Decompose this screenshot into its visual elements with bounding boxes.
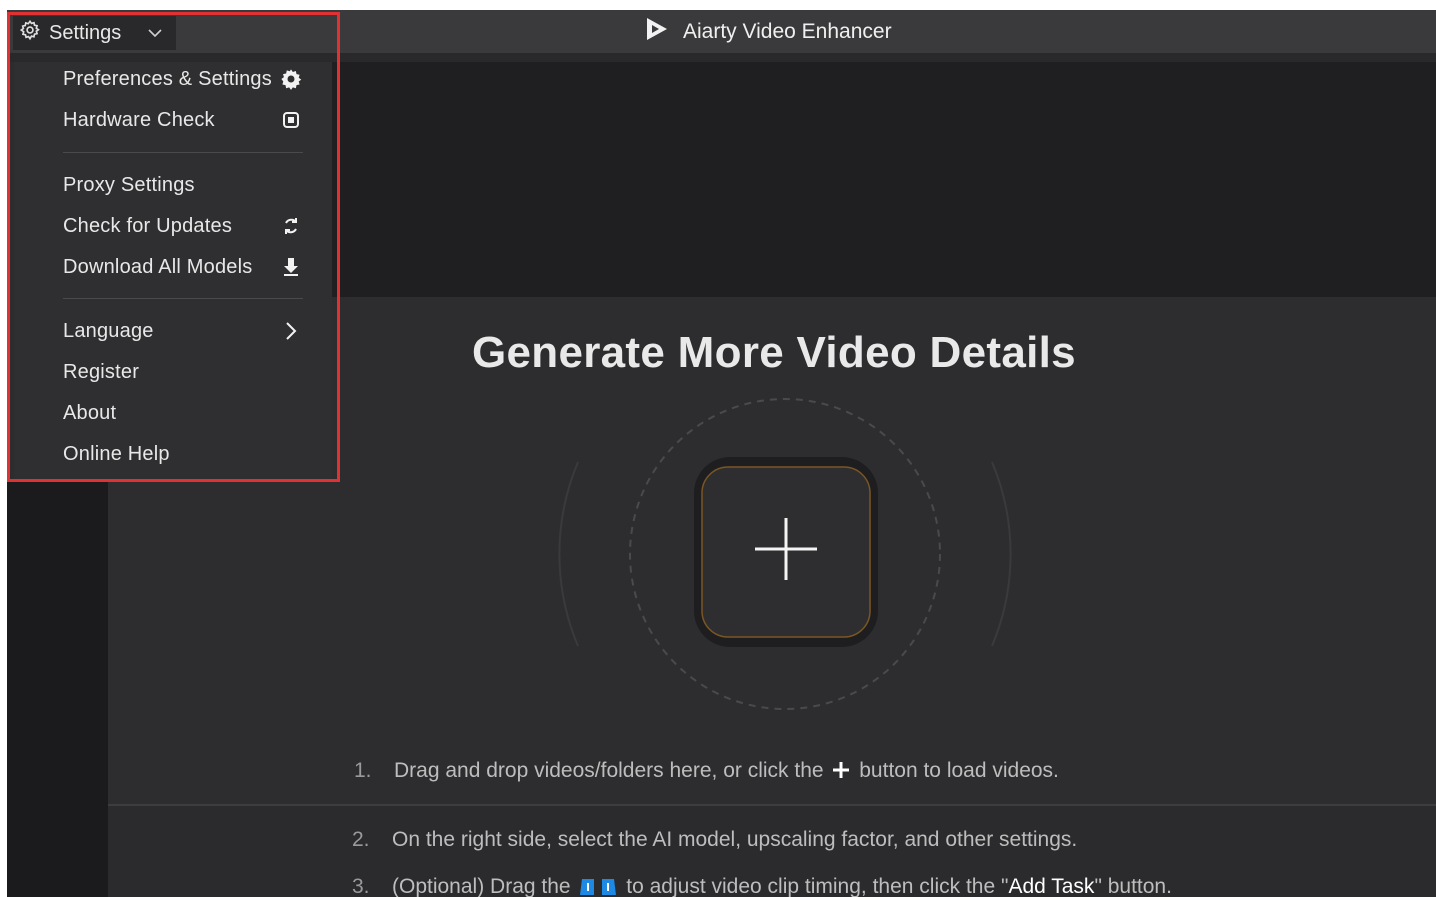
app-title: Aiarty Video Enhancer xyxy=(643,16,892,48)
menu-item-preferences[interactable]: Preferences & Settings xyxy=(63,62,303,96)
chevron-down-icon xyxy=(148,25,162,41)
add-video-button[interactable] xyxy=(692,455,880,649)
download-icon xyxy=(279,257,303,277)
title-bar: Settings Aiarty Video Enhancer xyxy=(7,10,1436,53)
menu-item-download-models[interactable]: Download All Models xyxy=(63,250,303,284)
instruction-step-1: 1. Drag and drop videos/folders here, or … xyxy=(354,759,1059,786)
plus-icon xyxy=(831,760,851,786)
instruction-step-3: 3. (Optional) Drag the to adjust video cl… xyxy=(352,875,1172,897)
menu-separator xyxy=(63,298,303,299)
page-headline: Generate More Video Details xyxy=(472,328,1076,377)
menu-item-check-updates[interactable]: Check for Updates xyxy=(63,209,303,243)
gear-icon xyxy=(279,68,303,90)
menu-item-hardware-check[interactable]: Hardware Check xyxy=(63,103,303,137)
menu-item-register[interactable]: Register xyxy=(63,355,303,389)
chip-icon xyxy=(279,110,303,130)
top-strip xyxy=(7,53,1436,62)
menu-item-language[interactable]: Language xyxy=(63,314,303,348)
app-title-text: Aiarty Video Enhancer xyxy=(683,20,892,43)
preview-banner xyxy=(332,62,1436,297)
chevron-right-icon xyxy=(279,321,303,341)
app-logo-icon xyxy=(643,16,669,48)
app-window: Settings Aiarty Video Enhancer Preferenc… xyxy=(7,10,1436,897)
instruction-step-2: 2. On the right side, select the AI model… xyxy=(352,828,1078,851)
gear-icon xyxy=(19,19,41,47)
refresh-icon xyxy=(279,216,303,236)
menu-item-about[interactable]: About xyxy=(63,396,303,430)
settings-menu-button[interactable]: Settings xyxy=(13,16,176,50)
clip-handles-icon xyxy=(578,875,618,897)
menu-item-online-help[interactable]: Online Help xyxy=(63,437,303,471)
settings-label: Settings xyxy=(49,21,122,44)
settings-dropdown-menu: Preferences & Settings Hardware Check Pr… xyxy=(14,62,332,480)
menu-item-proxy-settings[interactable]: Proxy Settings xyxy=(63,168,303,202)
menu-separator xyxy=(63,152,303,153)
left-sidebar xyxy=(7,480,108,897)
